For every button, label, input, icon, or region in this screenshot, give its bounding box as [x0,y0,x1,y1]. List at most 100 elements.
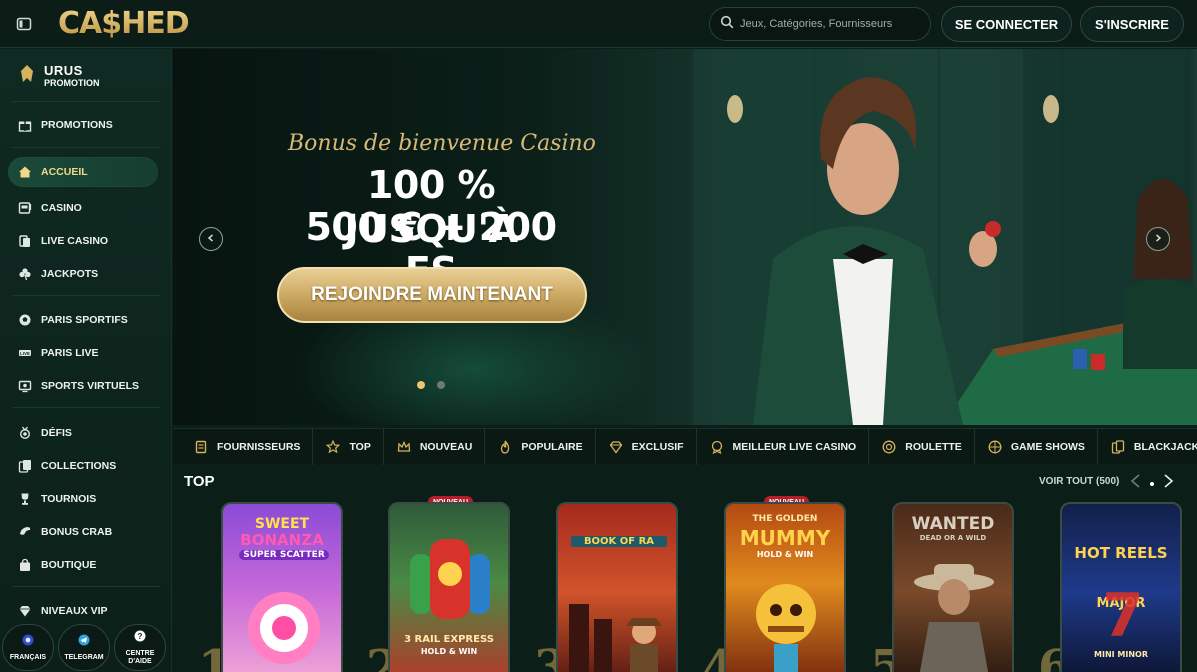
search-icon [720,15,734,34]
sidebar-item-collections[interactable]: COLLECTIONS [8,451,158,481]
sidebar-item-label: CASINO [41,202,82,214]
svg-text:7: 7 [1102,581,1144,644]
telegram-button[interactable]: TELEGRAM [58,624,110,671]
sidebar-item-paris-sportifs[interactable]: PARIS SPORTIFS [8,305,158,335]
game-card-wanted-dead-or-a-wild[interactable]: WANTED DEAD OR A WILD [892,502,1014,672]
lucky-seven-icon: 7 [1102,581,1144,644]
sidebar-item-boutique[interactable]: BOUTIQUE [8,550,158,580]
chevron-left-icon [206,230,216,248]
game-title: BONANZA [240,531,324,549]
language-label: FRANÇAIS [9,654,47,661]
sidebar-item-tournois[interactable]: TOURNOIS [8,484,158,514]
game-title: MUMMY [739,526,831,550]
category-meilleur-live-casino[interactable]: MEILLEUR LIVE CASINO [697,428,870,465]
hero-dot[interactable] [437,381,445,389]
sidebar-item-niveaux-vip[interactable]: NIVEAUX VIP [8,596,158,626]
medal-icon [17,425,33,441]
login-button[interactable]: SE CONNECTER [941,6,1072,42]
category-label: EXCLUSIF [631,440,684,453]
sidebar-item-jackpots[interactable]: JACKPOTS [8,259,158,289]
badge-icon [709,439,725,455]
category-game-shows[interactable]: GAME SHOWS [975,428,1098,465]
clover-icon [17,266,33,282]
category-roulette[interactable]: ROULETTE [869,428,975,465]
sidebar-item-promotions[interactable]: PROMOTIONS [8,110,158,140]
sidebar-item-label: BONUS CRAB [41,526,113,538]
game-title: BOOK OF RA [571,536,667,547]
signup-button[interactable]: S'INSCRIRE [1080,6,1184,42]
language-button[interactable]: FRANÇAIS [2,624,54,671]
globe-icon [22,633,34,651]
category-label: BLACKJACK [1133,440,1197,453]
game-card-book-of-ra[interactable]: BOOK OF RA [556,502,678,672]
cards-icon [1110,439,1126,455]
sidebar-item-sports-virtuels[interactable]: SPORTS VIRTUELS [8,371,158,401]
svg-text:LIVE: LIVE [20,351,30,356]
sidebar-item-label: SPORTS VIRTUELS [41,380,140,392]
game-title: THE GOLDEN [752,514,818,524]
category-populaire[interactable]: POPULAIRE [485,428,596,465]
sidebar-item-paris-live[interactable]: LIVE PARIS LIVE [8,338,158,368]
hero-dot-active[interactable] [417,381,425,389]
chevron-right-icon [1153,230,1163,248]
chevron-left-icon[interactable] [1128,473,1144,494]
hero-prev-button[interactable] [199,227,223,251]
join-now-button[interactable]: REJOINDRE MAINTENANT [277,267,587,323]
diamond-icon [17,603,33,619]
virtual-screen-icon [17,378,33,394]
explorer-icon [569,604,662,672]
hero-next-button[interactable] [1146,227,1170,251]
sidebar-toggle-icon[interactable] [10,10,38,38]
divider [12,147,160,148]
help-center-button[interactable]: ? CENTRE D'AIDE [114,624,166,671]
hero-kicker: Bonus de bienvenue Casino [288,131,596,156]
top-bar: CA$HED SE CONNECTER S'INSCRIRE [0,0,1197,48]
sidebar-item-bonus-crab[interactable]: BONUS CRAB [8,517,158,547]
site-logo[interactable]: CA$HED [58,6,190,41]
game-card-golden-mummy[interactable]: THE GOLDEN MUMMY HOLD & WIN [724,502,846,672]
hero-banner[interactable]: Bonus de bienvenue Casino 100 % JUSQU'À … [173,49,1197,425]
category-top[interactable]: TOP [313,428,384,465]
hero-pagination [417,381,445,389]
search-input[interactable] [740,18,920,30]
category-label: FOURNISSEURS [217,440,301,453]
chevron-right-icon[interactable] [1160,473,1176,494]
category-bar: FOURNISSEURS TOP NOUVEAU POPULAIRE EXCLU… [173,428,1197,465]
divider [12,101,160,102]
see-all-link[interactable]: VOIR TOUT (500) [1039,476,1119,487]
category-fournisseurs[interactable]: FOURNISSEURS [173,428,314,465]
divider [12,295,160,296]
category-label: POPULAIRE [521,440,583,453]
sidebar-item-label: DÉFIS [41,427,72,439]
flame-icon [497,439,513,455]
sidebar-item-casino[interactable]: CASINO [8,193,158,223]
sidebar-item-label: LIVE CASINO [41,235,109,247]
candy-icon [248,592,320,664]
sidebar-item-accueil[interactable]: ACCUEIL [8,157,158,187]
game-subtitle: SUPER SCATTER [239,550,329,560]
sidebar-item-defis[interactable]: DÉFIS [8,418,158,448]
urus-promotion-banner[interactable]: URUS PROMOTION [16,63,100,90]
help-center-label: CENTRE D'AIDE [125,650,155,665]
category-label: MEILLEUR LIVE CASINO [732,440,857,453]
category-blackjack[interactable]: BLACKJACK [1098,429,1197,465]
game-card-hot-reels[interactable]: HOT REELS MAJOR MINI MINOR 7 [1060,502,1182,672]
category-label: TOP [349,440,371,453]
game-card-3-rail-express[interactable]: 3 RAIL EXPRESS HOLD & WIN [388,502,510,672]
sidebar-item-label: BOUTIQUE [41,559,97,571]
promo-brand-subtitle: PROMOTION [44,77,100,88]
provider-icon [193,439,209,455]
sidebar-item-label: NIVEAUX VIP [41,605,108,617]
category-label: NOUVEAU [419,440,473,453]
sidebar-item-label: PARIS SPORTIFS [41,314,128,326]
game-card-sweet-bonanza[interactable]: SWEET BONANZA SUPER SCATTER [221,502,343,672]
category-exclusif[interactable]: EXCLUSIF [596,428,697,465]
category-nouveau[interactable]: NOUVEAU [384,428,486,465]
search-bar[interactable] [709,7,931,41]
collection-icon [17,458,33,474]
sidebar-item-live-casino[interactable]: LIVE CASINO [8,226,158,256]
game-subtitle: DEAD OR A WILD [919,534,987,542]
sidebar-item-label: COLLECTIONS [41,460,117,472]
game-title: 3 RAIL EXPRESS [404,634,494,645]
game-subtitle: MINI MINOR [1094,650,1148,659]
